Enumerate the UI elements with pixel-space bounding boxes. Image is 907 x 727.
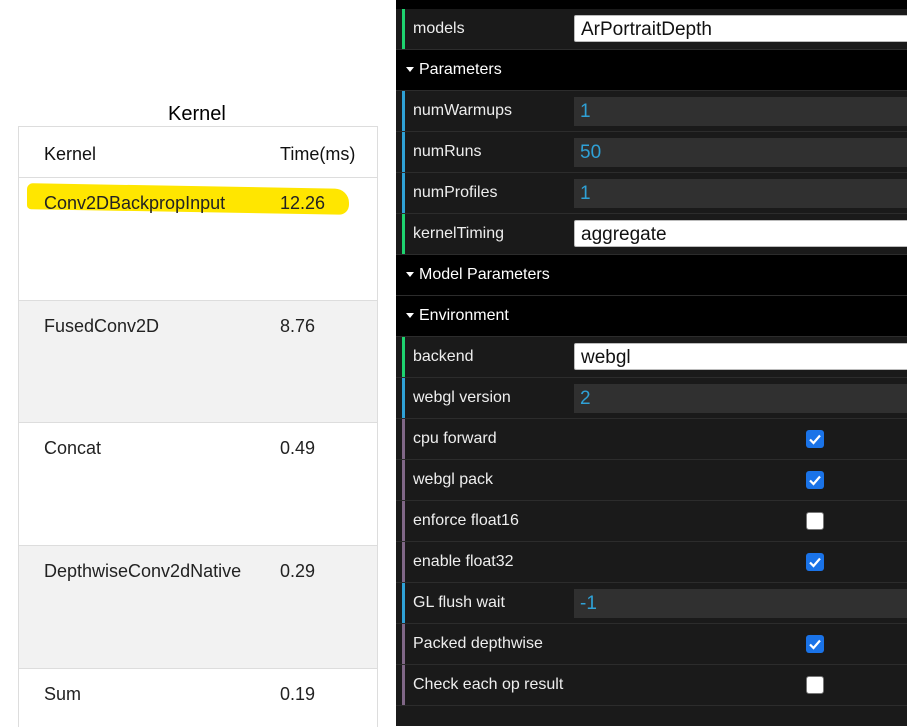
table-row: DepthwiseConv2dNative 0.29: [19, 546, 377, 669]
checkmark-icon: [809, 434, 821, 445]
kernel-name: Concat: [44, 438, 102, 458]
enable-float32-row: enable float32: [396, 542, 907, 583]
parameters-folder-label: Parameters: [419, 61, 502, 78]
model-parameters-folder[interactable]: Model Parameters: [396, 255, 907, 296]
row-edge: [402, 91, 405, 131]
checkmark-icon: [809, 475, 821, 486]
row-edge: [402, 214, 405, 254]
model-parameters-folder-label: Model Parameters: [419, 266, 550, 283]
table-row: Concat 0.49: [19, 423, 377, 546]
caret-down-icon: [406, 313, 414, 318]
num-profiles-row: numProfiles 1: [396, 173, 907, 214]
kernel-time: 12.26: [280, 193, 326, 213]
num-profiles-input[interactable]: 1: [574, 179, 907, 208]
cpu-forward-label: cpu forward: [413, 430, 497, 447]
caret-down-icon: [406, 67, 414, 72]
kernel-name: DepthwiseConv2dNative: [44, 561, 242, 581]
enable-float32-checkbox[interactable]: [806, 553, 824, 571]
kernel-time: 8.76: [280, 316, 316, 336]
packed-depthwise-row: Packed depthwise: [396, 624, 907, 665]
table-row: FusedConv2D 8.76: [19, 301, 377, 423]
kernel-timing-row: kernelTiming aggregate: [396, 214, 907, 255]
table-row: Sum 0.19: [19, 669, 377, 727]
webgl-pack-checkbox[interactable]: [806, 471, 824, 489]
row-edge: [402, 460, 405, 500]
models-row: models ArPortraitDepth: [396, 9, 907, 50]
num-runs-input[interactable]: 50: [574, 138, 907, 167]
num-warmups-input[interactable]: 1: [574, 97, 907, 126]
enforce-float16-row: enforce float16: [396, 501, 907, 542]
row-edge: [402, 624, 405, 664]
enforce-float16-checkbox[interactable]: [806, 512, 824, 530]
check-each-op-checkbox[interactable]: [806, 676, 824, 694]
row-edge: [402, 583, 405, 623]
kernel-table-title: Kernel: [168, 103, 226, 125]
packed-depthwise-checkbox[interactable]: [806, 635, 824, 653]
backend-row: backend webgl: [396, 337, 907, 378]
row-edge: [402, 9, 405, 49]
kernel-time: 0.49: [280, 438, 316, 458]
num-runs-label: numRuns: [413, 143, 482, 160]
row-edge: [402, 542, 405, 582]
row-edge: [402, 132, 405, 172]
packed-depthwise-label: Packed depthwise: [413, 635, 543, 652]
checkmark-icon: [809, 557, 821, 568]
kernel-table: Kernel Time(ms) Conv2DBackpropInput 12.2…: [18, 126, 378, 727]
kernel-timing-select[interactable]: aggregate: [574, 220, 907, 247]
check-each-op-row: Check each op result: [396, 665, 907, 706]
settings-panel: models ArPortraitDepth Parameters numWar…: [396, 0, 907, 726]
backend-label: backend: [413, 348, 474, 365]
table-row: Conv2DBackpropInput 12.26: [19, 178, 377, 301]
kernel-name: Conv2DBackpropInput: [44, 193, 226, 213]
backend-select[interactable]: webgl: [574, 343, 907, 370]
kernel-timing-label: kernelTiming: [413, 225, 504, 242]
row-edge: [402, 337, 405, 377]
cpu-forward-checkbox[interactable]: [806, 430, 824, 448]
caret-down-icon: [406, 272, 414, 277]
parameters-folder[interactable]: Parameters: [396, 50, 907, 91]
row-edge: [402, 173, 405, 213]
row-edge: [402, 501, 405, 541]
num-runs-row: numRuns 50: [396, 132, 907, 173]
environment-folder-label: Environment: [419, 307, 509, 324]
webgl-version-input[interactable]: 2: [574, 384, 907, 413]
num-warmups-row: numWarmups 1: [396, 91, 907, 132]
kernel-time: 0.29: [280, 561, 316, 581]
webgl-version-row: webgl version 2: [396, 378, 907, 419]
num-warmups-label: numWarmups: [413, 102, 512, 119]
models-label: models: [413, 20, 465, 37]
kernel-name: FusedConv2D: [44, 316, 160, 336]
num-profiles-label: numProfiles: [413, 184, 498, 201]
kernel-name: Sum: [44, 684, 82, 704]
row-edge: [402, 378, 405, 418]
webgl-version-label: webgl version: [413, 389, 511, 406]
webgl-pack-label: webgl pack: [413, 471, 494, 488]
gl-flush-wait-label: GL flush wait: [413, 594, 505, 611]
cpu-forward-row: cpu forward: [396, 419, 907, 460]
enforce-float16-label: enforce float16: [413, 512, 519, 529]
gl-flush-wait-row: GL flush wait -1: [396, 583, 907, 624]
enable-float32-label: enable float32: [413, 553, 514, 570]
kernel-table-header: Kernel Time(ms): [19, 127, 377, 178]
webgl-pack-row: webgl pack: [396, 460, 907, 501]
header-time: Time(ms): [280, 144, 356, 164]
checkmark-icon: [809, 639, 821, 650]
gl-flush-wait-input[interactable]: -1: [574, 589, 907, 618]
header-kernel: Kernel: [44, 144, 97, 164]
check-each-op-label: Check each op result: [413, 676, 564, 693]
kernel-time: 0.19: [280, 684, 316, 704]
row-edge: [402, 419, 405, 459]
row-edge: [402, 665, 405, 705]
panel-top-bar: [396, 0, 907, 9]
models-select[interactable]: ArPortraitDepth: [574, 15, 907, 42]
environment-folder[interactable]: Environment: [396, 296, 907, 337]
